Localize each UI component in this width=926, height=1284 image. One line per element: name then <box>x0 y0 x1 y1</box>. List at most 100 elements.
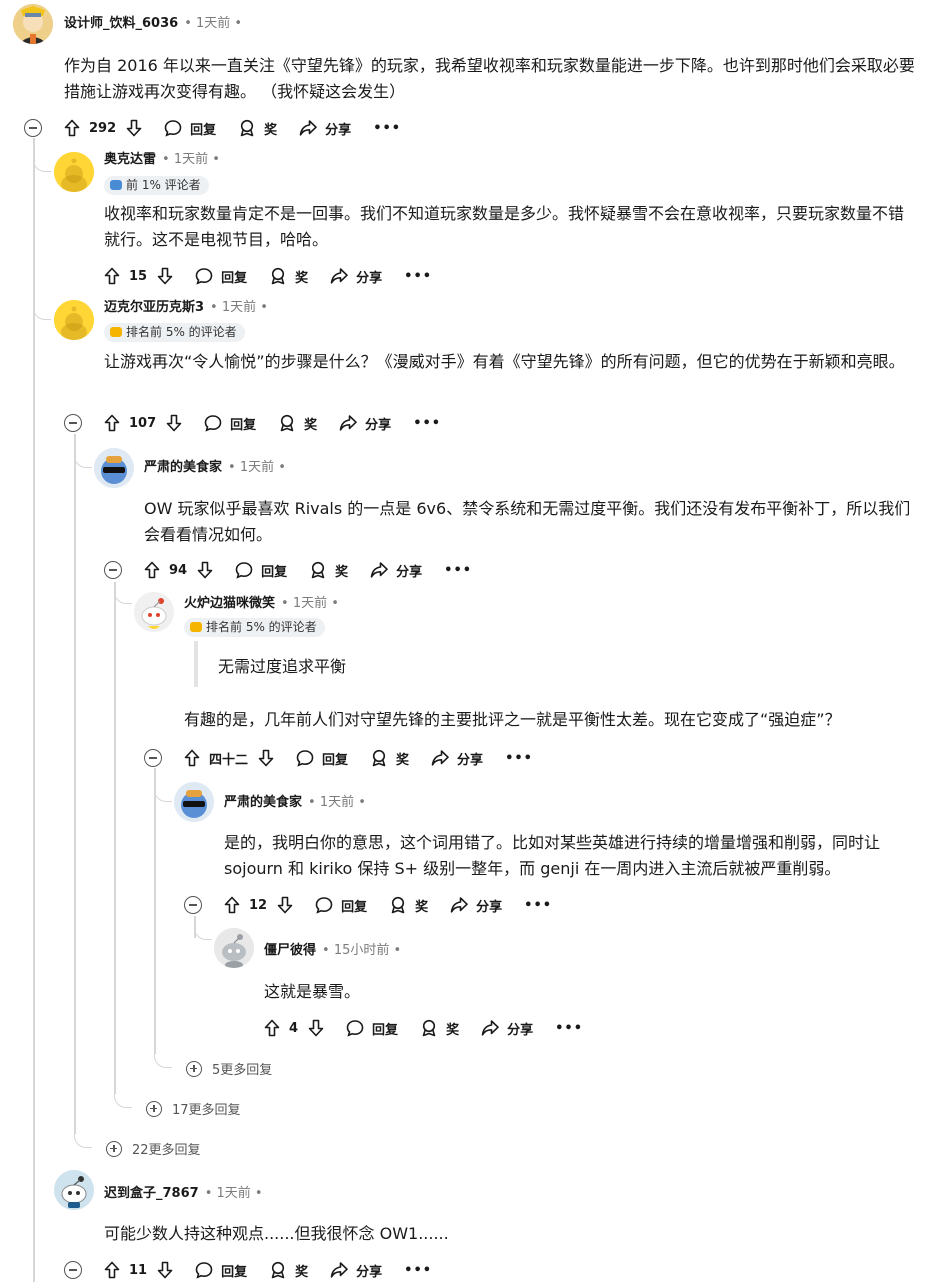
reply-icon <box>315 897 333 914</box>
more-replies-button[interactable]: 22更多回复 <box>106 1139 201 1158</box>
upvote-icon[interactable] <box>64 119 80 137</box>
award-button[interactable]: 奖 <box>278 414 317 433</box>
award-button[interactable]: 奖 <box>238 119 277 138</box>
reply-button[interactable]: 回复 <box>315 896 367 915</box>
username[interactable]: 火炉边猫咪微笑 <box>184 596 275 611</box>
reply-icon <box>164 120 182 137</box>
downvote-icon[interactable] <box>157 1261 173 1279</box>
award-icon <box>271 267 285 285</box>
share-button[interactable]: 分享 <box>330 1261 382 1280</box>
more-replies-label: 17更多回复 <box>172 1103 241 1118</box>
username[interactable]: 僵尸彼得 <box>264 943 316 958</box>
share-button[interactable]: 分享 <box>450 896 502 915</box>
more-options-button[interactable]: ••• <box>413 416 441 431</box>
upvote-icon[interactable] <box>104 267 120 285</box>
share-button[interactable]: 分享 <box>330 267 382 286</box>
award-icon <box>311 561 325 579</box>
collapse-thread-button[interactable] <box>64 414 82 432</box>
flair-icon <box>110 180 122 190</box>
user-avatar[interactable] <box>134 592 174 632</box>
collapse-thread-button[interactable] <box>64 1261 82 1279</box>
flair-text: 前 1% 评论者 <box>126 178 201 192</box>
username[interactable]: 奥克达雷 <box>104 152 156 167</box>
username[interactable]: 严肃的美食家 <box>144 460 222 475</box>
share-button[interactable]: 分享 <box>339 414 391 433</box>
plus-icon <box>146 1100 162 1117</box>
award-button[interactable]: 奖 <box>370 749 409 768</box>
more-options-button[interactable]: ••• <box>555 1021 583 1036</box>
username[interactable]: 设计师_饮料_6036 <box>64 16 178 31</box>
award-button[interactable]: 奖 <box>309 561 348 580</box>
thread-line[interactable] <box>154 768 156 1054</box>
upvote-icon[interactable] <box>144 561 160 579</box>
reply-button[interactable]: 回复 <box>296 749 348 768</box>
reply-button[interactable]: 回复 <box>195 1261 247 1280</box>
upvote-icon[interactable] <box>104 1261 120 1279</box>
award-label: 奖 <box>335 564 349 580</box>
reply-label: 回复 <box>261 564 288 580</box>
more-options-button[interactable]: ••• <box>444 563 472 578</box>
upvote-icon[interactable] <box>184 749 200 767</box>
collapse-thread-button[interactable] <box>104 561 122 579</box>
upvote-icon[interactable] <box>104 414 120 432</box>
award-button[interactable]: 奖 <box>420 1019 459 1038</box>
more-options-button[interactable]: ••• <box>373 121 401 136</box>
reply-button[interactable]: 回复 <box>204 414 256 433</box>
comment-body: 作为自 2016 年以来一直关注《守望先锋》的玩家，我希望收视率和玩家数量能进一… <box>64 56 915 101</box>
reply-button[interactable]: 回复 <box>195 267 247 286</box>
downvote-icon[interactable] <box>126 119 142 137</box>
downvote-icon[interactable] <box>308 1019 324 1037</box>
user-avatar[interactable] <box>94 448 134 488</box>
downvote-icon[interactable] <box>258 749 274 767</box>
downvote-icon[interactable] <box>157 267 173 285</box>
collapse-thread-button[interactable] <box>184 896 202 914</box>
collapse-thread-button[interactable] <box>144 749 162 767</box>
downvote-icon[interactable] <box>166 414 182 432</box>
user-avatar[interactable] <box>54 1170 94 1210</box>
reply-button[interactable]: 回复 <box>164 119 216 138</box>
upvote-icon[interactable] <box>264 1019 280 1037</box>
award-button[interactable]: 奖 <box>389 896 428 915</box>
action-bar: 292 回复 奖 分享 ••• <box>24 116 401 140</box>
reply-icon <box>204 415 222 432</box>
user-avatar[interactable] <box>13 4 53 44</box>
thread-line[interactable] <box>114 582 116 1094</box>
thread-line[interactable] <box>74 434 76 1134</box>
more-replies-button[interactable]: 5更多回复 <box>186 1059 272 1078</box>
vote-count: 四十二 <box>209 752 249 768</box>
vote-count: 4 <box>289 1020 299 1036</box>
share-icon <box>330 268 348 284</box>
share-button[interactable]: 分享 <box>299 119 351 138</box>
upvote-icon[interactable] <box>224 896 240 914</box>
share-button[interactable]: 分享 <box>431 749 483 768</box>
thread-branch <box>194 926 212 940</box>
comment-body: 是的，我明白你的意思，这个词用错了。比如对某些英雄进行持续的增量增强和削弱，同时… <box>224 833 881 878</box>
award-button[interactable]: 奖 <box>269 267 308 286</box>
downvote-icon[interactable] <box>197 561 213 579</box>
share-button[interactable]: 分享 <box>481 1019 533 1038</box>
user-avatar[interactable] <box>174 782 214 822</box>
award-label: 奖 <box>304 417 318 433</box>
reply-icon <box>346 1020 364 1037</box>
more-replies-button[interactable]: 17更多回复 <box>146 1099 241 1118</box>
reply-button[interactable]: 回复 <box>235 561 287 580</box>
more-options-button[interactable]: ••• <box>524 898 552 913</box>
user-avatar[interactable] <box>54 300 94 340</box>
award-button[interactable]: 奖 <box>269 1261 308 1280</box>
more-options-button[interactable]: ••• <box>404 1263 432 1278</box>
username[interactable]: 迈克尔亚历克斯3 <box>104 300 204 315</box>
comment-body: 收视率和玩家数量肯定不是一回事。我们不知道玩家数量是多少。我怀疑暴雪不会在意收视… <box>104 204 905 249</box>
collapse-thread-button[interactable] <box>24 119 42 137</box>
more-options-button[interactable]: ••• <box>404 269 432 284</box>
username[interactable]: 严肃的美食家 <box>224 795 302 810</box>
more-options-button[interactable]: ••• <box>505 751 533 766</box>
reply-label: 回复 <box>190 122 217 138</box>
share-label: 分享 <box>457 752 484 768</box>
user-avatar[interactable] <box>214 928 254 968</box>
reply-button[interactable]: 回复 <box>346 1019 398 1038</box>
downvote-icon[interactable] <box>277 896 293 914</box>
quoted-text: 无需过度追求平衡 <box>194 641 346 687</box>
user-avatar[interactable] <box>54 152 94 192</box>
share-button[interactable]: 分享 <box>370 561 422 580</box>
username[interactable]: 迟到盒子_7867 <box>104 1186 199 1201</box>
